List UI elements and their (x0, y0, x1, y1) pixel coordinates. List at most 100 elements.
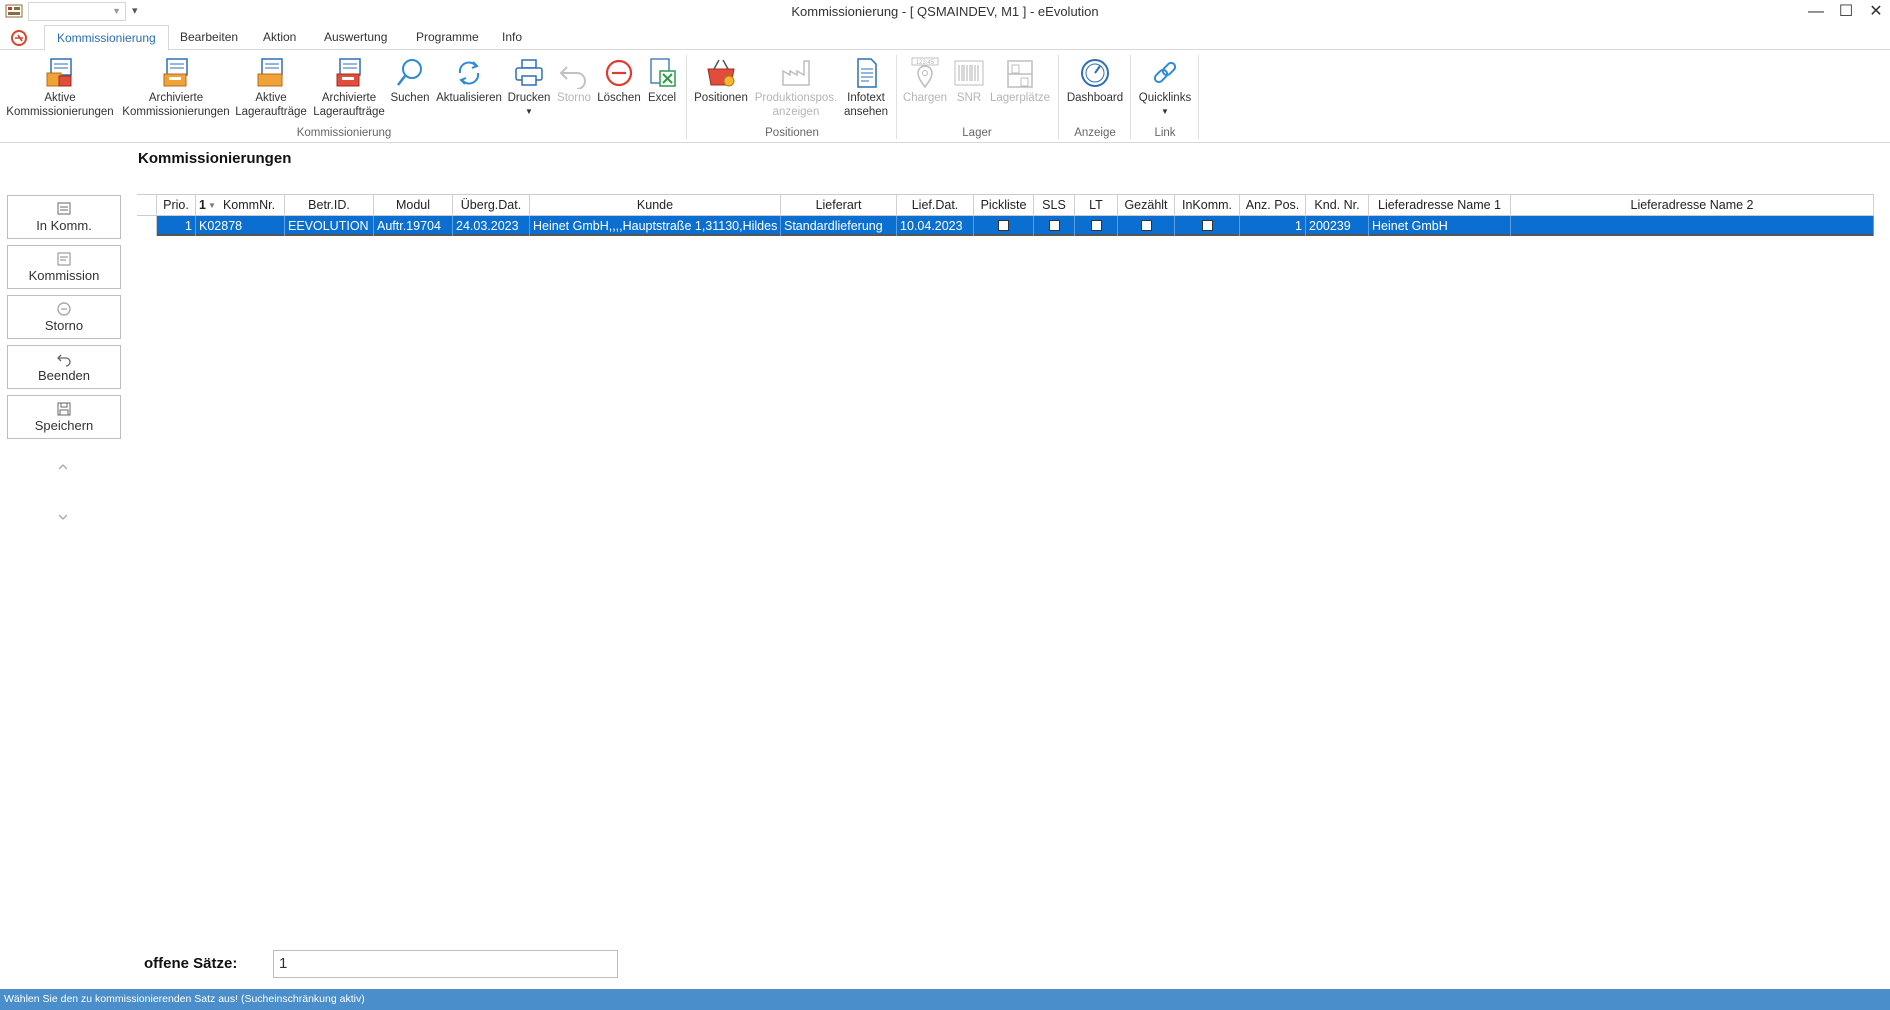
col-header-lieferadresse-name1[interactable]: Lieferadresse Name 1 (1369, 195, 1511, 216)
col-header-lieferadresse-name2[interactable]: Lieferadresse Name 2 (1511, 195, 1874, 216)
close-button[interactable]: ✕ (1862, 2, 1890, 22)
tab-bearbeiten[interactable]: Bearbeiten (168, 25, 250, 50)
maximize-button[interactable]: ☐ (1832, 2, 1860, 22)
archivierte-kommissionierungen-button[interactable]: Archivierte Kommissionierungen (120, 57, 232, 119)
aktualisieren-button[interactable]: Aktualisieren (434, 57, 504, 105)
factory-icon (782, 60, 810, 86)
group-separator (1198, 55, 1199, 139)
col-header-modul[interactable]: Modul (374, 195, 453, 216)
aktive-komm-label-2: Kommissionierungen (6, 106, 114, 118)
storno-ribbon-label: Storno (557, 92, 591, 104)
drucken-dropdown-icon[interactable]: ▼ (506, 105, 552, 119)
snr-button: SNR (952, 57, 986, 105)
row-indicator-cell[interactable] (137, 216, 157, 236)
col-header-gezaehlt[interactable]: Gezählt (1118, 195, 1175, 216)
col-header-prio[interactable]: Prio. (157, 195, 196, 216)
col-header-lt[interactable]: LT (1075, 195, 1118, 216)
col-header-sls[interactable]: SLS (1034, 195, 1075, 216)
cell-kunde[interactable]: Heinet GmbH,,,,Hauptstraße 1,31130,Hilde… (530, 216, 781, 236)
cell-sls (1034, 216, 1075, 236)
cell-lieferadresse-name1[interactable]: Heinet GmbH (1369, 216, 1511, 236)
col-header-liefdat[interactable]: Lief.Dat. (897, 195, 974, 216)
cell-anzpos[interactable]: 1 (1240, 216, 1306, 236)
refresh-icon (458, 61, 480, 85)
chevron-down-icon[interactable] (56, 512, 70, 522)
col-header-kunde[interactable]: Kunde (530, 195, 781, 216)
quicklinks-dropdown-icon[interactable]: ▼ (1134, 105, 1196, 119)
loeschen-button[interactable]: Löschen (596, 57, 642, 105)
cell-lt (1075, 216, 1118, 236)
tab-programme[interactable]: Programme (404, 25, 491, 50)
cell-liefdat[interactable]: 10.04.2023 (897, 216, 974, 236)
quicklinks-button[interactable]: Quicklinks ▼ (1134, 57, 1196, 119)
excel-button[interactable]: Excel (644, 57, 680, 105)
col-header-betrid[interactable]: Betr.ID. (285, 195, 374, 216)
group-separator (896, 55, 897, 139)
archiv-komm-label-2: Kommissionierungen (122, 106, 230, 118)
inkomm-checkbox[interactable] (1201, 220, 1213, 232)
loeschen-label: Löschen (597, 92, 641, 104)
chevron-up-icon[interactable] (56, 462, 70, 472)
tab-aktion[interactable]: Aktion (251, 25, 308, 50)
offene-saetze-field[interactable]: 1 (273, 950, 618, 978)
dashboard-gauge-icon (1081, 59, 1109, 87)
aktive-lager-label-2: Lageraufträge (235, 106, 307, 118)
storno-ribbon-button: Storno (554, 57, 594, 105)
cell-uebergdat[interactable]: 24.03.2023 (453, 216, 530, 236)
cell-kommnr[interactable]: K02878 (196, 216, 285, 236)
cell-kndnr[interactable]: 200239 (1306, 216, 1369, 236)
group-anzeige-label: Anzeige (1074, 127, 1116, 139)
excel-label: Excel (647, 92, 677, 104)
archiv-lager-label-2: Lageraufträge (313, 106, 385, 118)
cell-prio[interactable]: 1 (157, 216, 196, 236)
tab-auswertung[interactable]: Auswertung (312, 25, 399, 50)
positionen-label: Positionen (694, 92, 748, 104)
lagerplaetze-label: Lagerplätze (989, 92, 1051, 104)
dashboard-button[interactable]: Dashboard (1062, 57, 1128, 105)
cell-lieferart[interactable]: Standardlieferung (781, 216, 897, 236)
in-komm-button[interactable]: In Komm. (7, 195, 121, 239)
pickliste-checkbox[interactable] (998, 220, 1009, 232)
ribbon-tab-bar: Kommissionierung Bearbeiten Aktion Auswe… (0, 25, 1890, 51)
dashboard-label: Dashboard (1066, 92, 1124, 104)
lt-checkbox[interactable] (1090, 220, 1102, 232)
col-header-kommnr[interactable]: 1 ▼ KommNr. (196, 195, 285, 216)
table-row[interactable]: 1 K02878 EEVOLUTION Auftr.19704 24.03.20… (137, 216, 1874, 236)
col-header-uebergdat[interactable]: Überg.Dat. (453, 195, 530, 216)
archive-list-icon (163, 58, 188, 87)
infotext-ansehen-button[interactable]: Infotext ansehen (840, 57, 892, 119)
kommission-button[interactable]: Kommission (7, 245, 121, 289)
aktive-kommissionierungen-button[interactable]: Aktive Kommissionierungen (4, 57, 116, 119)
barcode-icon (954, 60, 984, 86)
drucken-button[interactable]: Drucken ▼ (506, 57, 552, 119)
undo-icon (559, 66, 586, 89)
cell-modul[interactable]: Auftr.19704 (374, 216, 453, 236)
suchen-button[interactable]: Suchen (388, 57, 432, 105)
beenden-button[interactable]: Beenden (7, 345, 121, 389)
col-header-anzpos[interactable]: Anz. Pos. (1240, 195, 1306, 216)
archivierte-lagerauftraege-button[interactable]: Archivierte Lageraufträge (312, 57, 386, 119)
col-header-pickliste[interactable]: Pickliste (974, 195, 1034, 216)
save-icon (57, 402, 71, 416)
app-menu-icon[interactable] (10, 29, 28, 47)
aktive-lagerauftraege-button[interactable]: Aktive Lageraufträge (234, 57, 308, 119)
col-header-kndnr[interactable]: Knd. Nr. (1306, 195, 1369, 216)
kommissionierungen-grid: Prio. 1 ▼ KommNr. Betr.ID. Modul Überg.D… (137, 194, 1874, 236)
col-header-inkomm[interactable]: InKomm. (1175, 195, 1240, 216)
col-header-lieferart[interactable]: Lieferart (781, 195, 897, 216)
speichern-button[interactable]: Speichern (7, 395, 121, 439)
positionen-button[interactable]: Positionen (690, 57, 752, 105)
note-icon (57, 252, 71, 266)
sls-checkbox[interactable] (1048, 220, 1060, 232)
ribbon: Aktive Kommissionierungen Archivierte Ko… (0, 51, 1890, 143)
speichern-label: Speichern (34, 418, 94, 433)
storno-side-button[interactable]: Storno (7, 295, 121, 339)
cell-betrid[interactable]: EEVOLUTION (285, 216, 374, 236)
cell-lieferadresse-name2[interactable] (1511, 216, 1874, 236)
minimize-button[interactable]: — (1802, 2, 1830, 22)
tab-kommissionierung[interactable]: Kommissionierung (44, 25, 169, 51)
tab-info[interactable]: Info (490, 25, 534, 50)
snr-label: SNR (956, 92, 982, 104)
gezaehlt-checkbox[interactable] (1140, 220, 1152, 232)
group-separator (1058, 55, 1059, 139)
